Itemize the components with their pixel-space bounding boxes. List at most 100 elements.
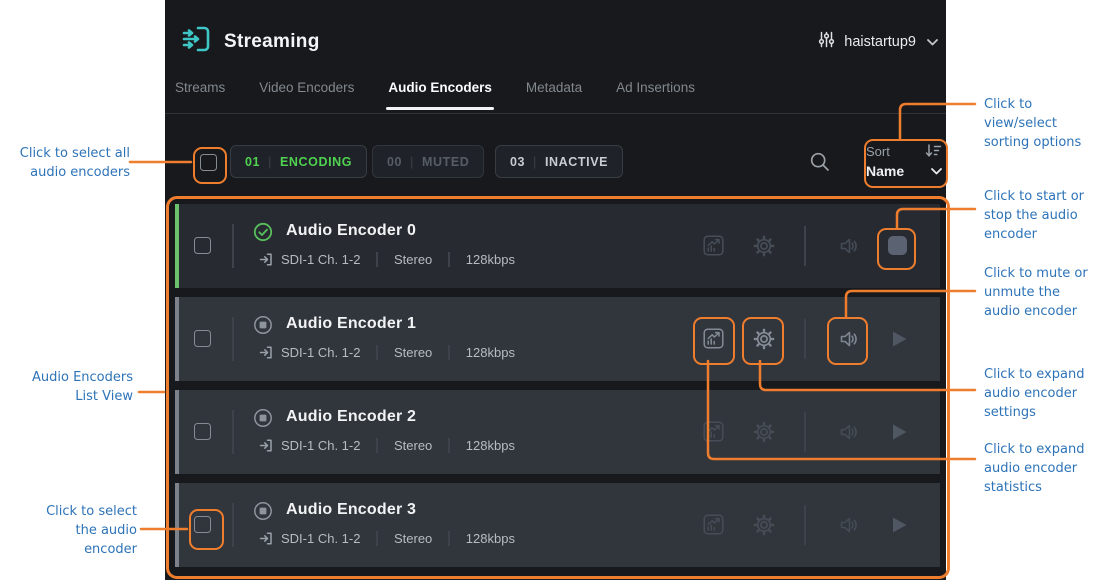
input-icon (259, 438, 274, 453)
start-button[interactable] (888, 328, 910, 350)
status-stopped-icon (253, 408, 273, 428)
badge-separator: | (268, 155, 272, 169)
encoder-name: Audio Encoder 0 (286, 221, 416, 241)
settings-button[interactable] (753, 514, 775, 536)
divider (448, 252, 450, 267)
encoder-channels: Stereo (394, 252, 432, 267)
annotation-sort: Click to view/select sorting options (984, 95, 1102, 152)
divider (804, 319, 806, 359)
tab-metadata[interactable]: Metadata (526, 80, 582, 109)
statistics-button[interactable] (703, 421, 724, 442)
encoder-bitrate: 128kbps (466, 345, 515, 360)
annotation-select-all: Click to select all audio encoders (2, 144, 130, 182)
sort-control[interactable]: Sort Name (866, 141, 942, 181)
annotation-mute: Click to mute or unmute the audio encode… (984, 264, 1102, 321)
select-all-checkbox[interactable] (200, 154, 217, 171)
mute-button[interactable] (838, 328, 860, 350)
encoder-name: Audio Encoder 2 (286, 407, 416, 427)
stop-button[interactable] (888, 235, 907, 255)
streaming-icon (179, 22, 213, 61)
divider (376, 252, 378, 267)
input-icon (259, 531, 274, 546)
mute-button[interactable] (838, 421, 860, 443)
encoder-details: SDI-1 Ch. 1-2 Stereo 128kbps (259, 252, 515, 267)
encoder-input: SDI-1 Ch. 1-2 (281, 252, 360, 267)
account-name: haistartup9 (844, 34, 916, 50)
muted-label: MUTED (422, 155, 469, 169)
encoder-checkbox[interactable] (194, 516, 211, 533)
divider (232, 503, 234, 547)
badge-separator: | (533, 155, 537, 169)
settings-button[interactable] (753, 328, 775, 350)
inactive-label: INACTIVE (545, 155, 608, 169)
status-encoding-icon (253, 222, 273, 242)
encoder-row-2: Audio Encoder 2 SDI-1 Ch. 1-2 Stereo 128… (175, 390, 940, 474)
tab-bar: Streams Video Encoders Audio Encoders Me… (165, 80, 946, 114)
divider (376, 531, 378, 546)
annotation-list-view: Audio Encoders List View (2, 368, 133, 406)
documentation-page: Streaming haistartup9 Streams Video Enco… (0, 0, 1105, 580)
tab-streams[interactable]: Streams (175, 80, 225, 109)
mute-button[interactable] (838, 514, 860, 536)
tab-video-encoders[interactable]: Video Encoders (259, 80, 354, 109)
encoder-row-1: Audio Encoder 1 SDI-1 Ch. 1-2 Stereo 128… (175, 297, 940, 381)
settings-button[interactable] (753, 235, 775, 257)
inactive-count: 03 (510, 155, 525, 169)
status-stopped-icon (253, 315, 273, 335)
app-brand: Streaming (179, 22, 320, 61)
encoder-checkbox[interactable] (194, 330, 211, 347)
encoder-details: SDI-1 Ch. 1-2 Stereo 128kbps (259, 531, 515, 546)
settings-button[interactable] (753, 421, 775, 443)
filter-badge-encoding[interactable]: 01 | ENCODING (230, 145, 367, 178)
encoding-count: 01 (245, 155, 260, 169)
divider (232, 410, 234, 454)
divider (804, 412, 806, 452)
filter-badge-muted[interactable]: 00 | MUTED (372, 145, 484, 178)
streaming-app-panel: Streaming haistartup9 Streams Video Enco… (165, 0, 946, 580)
annotation-statistics: Click to expand audio encoder statistics (984, 440, 1102, 497)
encoder-channels: Stereo (394, 438, 432, 453)
annotation-select-one: Click to select the audio encoder (2, 502, 137, 559)
filter-badge-inactive[interactable]: 03 | INACTIVE (495, 145, 623, 178)
encoder-bitrate: 128kbps (466, 531, 515, 546)
divider (448, 438, 450, 453)
encoder-details: SDI-1 Ch. 1-2 Stereo 128kbps (259, 438, 515, 453)
mute-button[interactable] (838, 235, 860, 257)
divider (448, 345, 450, 360)
tab-audio-encoders[interactable]: Audio Encoders (388, 80, 492, 109)
encoder-channels: Stereo (394, 531, 432, 546)
annotation-settings: Click to expand audio encoder settings (984, 365, 1102, 422)
encoder-checkbox[interactable] (194, 423, 211, 440)
statistics-button[interactable] (703, 235, 724, 256)
encoder-channels: Stereo (394, 345, 432, 360)
statistics-button[interactable] (703, 328, 724, 349)
encoding-label: ENCODING (280, 155, 352, 169)
sort-value: Name (866, 163, 904, 179)
divider (232, 317, 234, 361)
badge-separator: | (410, 155, 414, 169)
chevron-down-icon (931, 168, 942, 175)
muted-count: 00 (387, 155, 402, 169)
divider (448, 531, 450, 546)
chevron-down-icon (927, 39, 938, 46)
encoder-input: SDI-1 Ch. 1-2 (281, 531, 360, 546)
annotation-start-stop: Click to start or stop the audio encoder (984, 187, 1102, 244)
sliders-icon (817, 30, 836, 54)
search-icon[interactable] (809, 151, 831, 173)
encoder-details: SDI-1 Ch. 1-2 Stereo 128kbps (259, 345, 515, 360)
divider (232, 224, 234, 268)
divider (804, 226, 806, 266)
encoder-checkbox[interactable] (194, 237, 211, 254)
divider (804, 505, 806, 545)
start-button[interactable] (888, 514, 910, 536)
encoder-input: SDI-1 Ch. 1-2 (281, 438, 360, 453)
account-menu[interactable]: haistartup9 (817, 30, 938, 54)
encoder-bitrate: 128kbps (466, 438, 515, 453)
start-button[interactable] (888, 421, 910, 443)
sort-label: Sort (866, 144, 890, 159)
divider (376, 345, 378, 360)
statistics-button[interactable] (703, 514, 724, 535)
input-icon (259, 252, 274, 267)
tab-ad-insertions[interactable]: Ad Insertions (616, 80, 695, 109)
stop-icon (888, 236, 907, 255)
